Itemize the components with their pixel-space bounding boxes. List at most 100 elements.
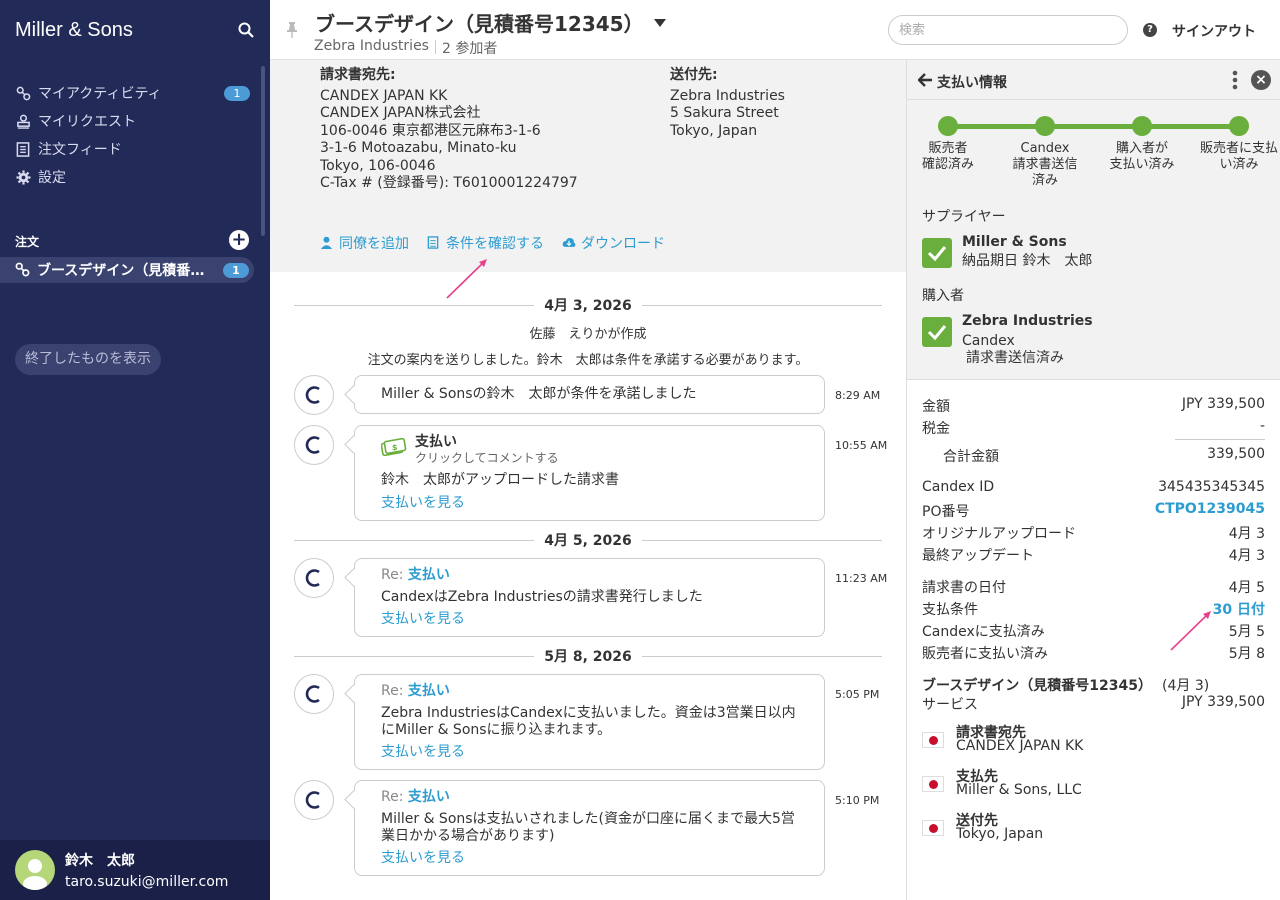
divider bbox=[1175, 439, 1265, 440]
party-value: Miller & Sons, LLC bbox=[956, 782, 1082, 798]
message-bubble[interactable]: Miller & Sonsの鈴木 太郎が条件を承諾しました bbox=[354, 375, 825, 414]
chevron-down-icon[interactable] bbox=[653, 18, 666, 27]
billing-line: 3-1-6 Motoazabu, Minato-ku bbox=[320, 140, 517, 156]
date-separator: 5月 8, 2026 bbox=[294, 647, 883, 665]
stamp-icon bbox=[15, 113, 31, 129]
message-title: Re: 支払い bbox=[381, 683, 798, 700]
sidebar-item-label: マイアクティビティ bbox=[38, 86, 162, 102]
sidebar-item-settings[interactable]: 設定 bbox=[15, 166, 250, 188]
search-icon[interactable] bbox=[238, 22, 254, 38]
billing-line: Tokyo, 106-0046 bbox=[320, 157, 436, 174]
message-text: 鈴木 太郎がアップロードした請求書 bbox=[381, 472, 619, 488]
orders-section-label: 注文 bbox=[15, 235, 40, 249]
sidebar-item-label: マイリクエスト bbox=[38, 114, 136, 130]
review-terms-label: 条件を確認する bbox=[446, 236, 544, 252]
billing-heading: 請求書宛先: bbox=[320, 67, 396, 83]
view-payment-link[interactable]: 支払いを見る bbox=[381, 850, 798, 867]
arrow-left-icon[interactable] bbox=[918, 73, 932, 87]
download-link[interactable]: ダウンロード bbox=[562, 233, 665, 253]
payment-info-panel: 支払い情報 × 販売者 確認済み Candex 請求書送信 済み 購入者が 支払… bbox=[906, 60, 1280, 900]
message-subtitle: クリックしてコメントする bbox=[415, 451, 559, 465]
detail-row: 金額 JPY 339,500 bbox=[922, 396, 1265, 416]
row-label: 合計金額 bbox=[943, 449, 999, 465]
date-separator: 4月 5, 2026 bbox=[294, 531, 883, 549]
message-title: 支払い bbox=[415, 434, 457, 450]
view-payment-link[interactable]: 支払いを見る bbox=[381, 611, 798, 628]
step-dot bbox=[1132, 116, 1152, 136]
reply-title: 支払い bbox=[407, 567, 450, 583]
reply-title: 支払い bbox=[407, 683, 450, 699]
user-profile[interactable]: 鈴木 太郎 taro.suzuki@miller.com bbox=[0, 840, 270, 900]
party-value: CANDEX JAPAN KK bbox=[956, 738, 1084, 754]
page-title-text: ブースデザイン（見積番号12345） bbox=[315, 12, 644, 36]
pin-icon[interactable] bbox=[286, 22, 298, 38]
shipping-line: Zebra Industries bbox=[670, 87, 785, 104]
more-vertical-icon[interactable] bbox=[1232, 70, 1238, 90]
cloud-download-icon bbox=[562, 236, 576, 250]
shipping-address: 送付先: Zebra Industries 5 Sakura Street To… bbox=[670, 67, 785, 140]
sidebar: Miller & Sons マイアクティビティ 1 マイリクエスト 注文フィード… bbox=[0, 0, 270, 900]
step-dot bbox=[1229, 116, 1249, 136]
supplier-sub: 納品期日 鈴木 太郎 bbox=[962, 253, 1093, 269]
progress-line bbox=[948, 124, 1240, 129]
po-number-link[interactable]: CTPO1239045 bbox=[1155, 501, 1265, 521]
step-label: Candex 請求書送信 済み bbox=[1012, 141, 1078, 188]
view-payment-link[interactable]: 支払いを見る bbox=[381, 495, 798, 512]
help-icon[interactable]: ? bbox=[1143, 23, 1157, 37]
line-item-title: ブースデザイン（見積番号12345） (4月 3) bbox=[922, 675, 1265, 695]
buyer-sub: Candex bbox=[962, 333, 1015, 349]
order-badge: 1 bbox=[223, 263, 249, 278]
message-bubble[interactable]: Re: 支払い Zebra IndustriesはCandexに支払いました。資… bbox=[354, 674, 825, 770]
panel-title: 支払い情報 bbox=[937, 75, 1007, 91]
shipping-heading: 送付先: bbox=[670, 67, 718, 83]
sidebar-item-order-feed[interactable]: 注文フィード bbox=[15, 138, 250, 160]
buyer-sub: 請求書送信済み bbox=[966, 350, 1064, 366]
message-bubble[interactable]: Re: 支払い Miller & Sonsは支払いされました(資金が口座に届くま… bbox=[354, 780, 825, 876]
money-icon: $ bbox=[380, 437, 407, 461]
message-bubble[interactable]: Re: 支払い CandexはZebra Industriesの請求書発行しまし… bbox=[354, 558, 825, 637]
order-note: 注文の案内を送りしました。鈴木 太郎は条件を承諾する必要があります。 bbox=[367, 353, 809, 368]
show-closed-button[interactable]: 終了したものを表示 bbox=[15, 344, 161, 375]
message-text: Miller & Sonsの鈴木 太郎が条件を承諾しました bbox=[381, 386, 697, 402]
gear-icon bbox=[15, 169, 31, 185]
message-text: Zebra IndustriesはCandexに支払いました。資金は3営業日以内… bbox=[381, 705, 796, 738]
message-bubble[interactable]: $ 支払い クリックしてコメントする 鈴木 太郎がアップロードした請求書 支払い… bbox=[354, 425, 825, 521]
detail-row: 請求書の日付 4月 5 bbox=[922, 577, 1265, 597]
page-subtitle: Zebra Industries 2 参加者 bbox=[314, 38, 497, 58]
review-terms-link[interactable]: 条件を確認する bbox=[427, 233, 544, 253]
annotation-arrow bbox=[1170, 611, 1211, 651]
date-label: 4月 5, 2026 bbox=[544, 533, 632, 549]
brand-name: Miller & Sons bbox=[15, 19, 133, 41]
row-label: 支払条件 bbox=[922, 602, 978, 618]
reply-prefix: Re: bbox=[381, 567, 404, 583]
sidebar-item-my-requests[interactable]: マイリクエスト bbox=[15, 110, 250, 132]
view-payment-link[interactable]: 支払いを見る bbox=[381, 744, 798, 761]
step-label: 購入者が 支払い済み bbox=[1109, 141, 1175, 172]
japan-flag-icon bbox=[922, 732, 944, 748]
add-colleague-label: 同僚を追加 bbox=[339, 236, 409, 252]
add-colleague-link[interactable]: 同僚を追加 bbox=[320, 233, 409, 253]
row-value: 345435345345 bbox=[1158, 479, 1265, 495]
panel-header: 支払い情報 × bbox=[907, 60, 1280, 100]
payment-terms-link[interactable]: 30 日付 bbox=[1213, 599, 1265, 619]
buyer-label: 購入者 bbox=[922, 288, 964, 304]
avatar bbox=[15, 850, 55, 890]
reply-title: 支払い bbox=[407, 789, 450, 805]
add-order-button[interactable]: + bbox=[229, 230, 249, 250]
message-time: 11:23 AM bbox=[835, 572, 888, 585]
sidebar-scrollbar[interactable] bbox=[261, 66, 265, 236]
signout-button[interactable]: サインアウト bbox=[1172, 21, 1256, 41]
search-input[interactable] bbox=[888, 15, 1128, 45]
message-text: CandexはZebra Industriesの請求書発行しました bbox=[381, 589, 703, 605]
sidebar-order-item[interactable]: ブースデザイン（見積番号12345） 1 bbox=[0, 257, 254, 283]
row-value: - bbox=[1259, 418, 1265, 434]
avatar bbox=[294, 375, 334, 415]
billing-address: 請求書宛先: CANDEX JAPAN KK CANDEX JAPAN株式会社 … bbox=[320, 67, 578, 193]
detail-row: Candexに支払済み 5月 5 bbox=[922, 621, 1265, 641]
row-value: 339,500 bbox=[1207, 446, 1265, 462]
sidebar-item-my-activity[interactable]: マイアクティビティ 1 bbox=[15, 82, 250, 104]
page-title[interactable]: ブースデザイン（見積番号12345） bbox=[315, 8, 666, 37]
participants-count[interactable]: 2 参加者 bbox=[442, 38, 497, 58]
close-icon[interactable]: × bbox=[1251, 70, 1271, 90]
row-value: 4月 3 bbox=[1228, 526, 1265, 542]
